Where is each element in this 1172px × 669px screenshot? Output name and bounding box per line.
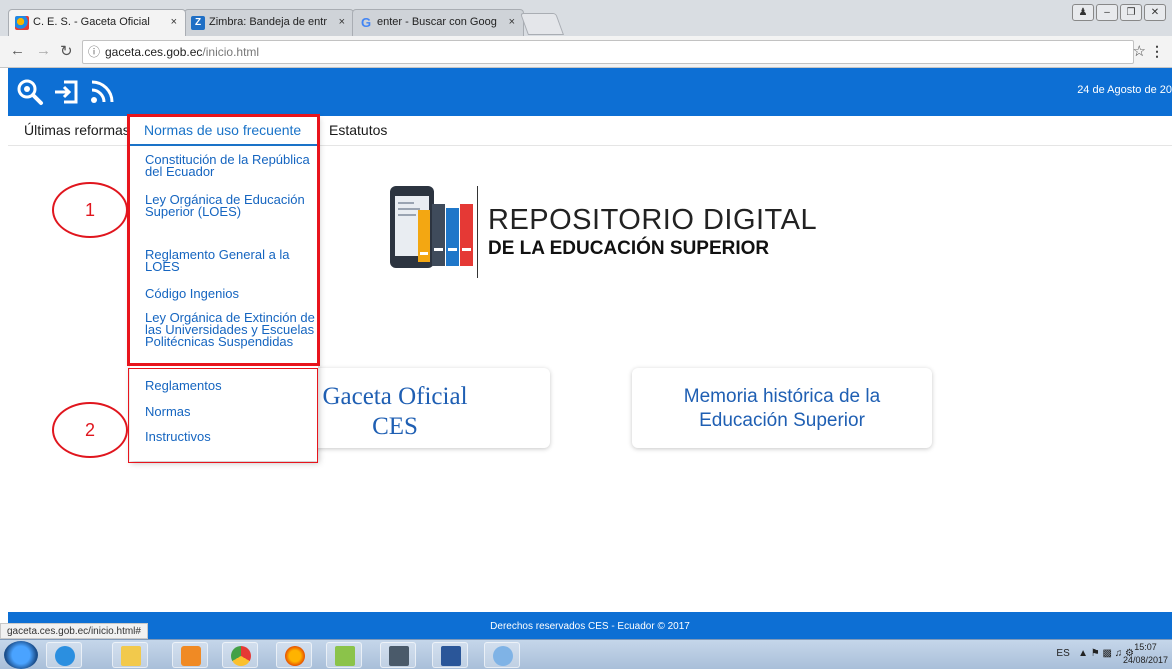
memoria-card-line2: Educación Superior: [699, 410, 865, 431]
windows-taskbar: ES ▲ ⚑ ▩ ♫ ⚙ 15:07 24/08/2017: [0, 639, 1172, 669]
close-window-icon[interactable]: ✕: [1144, 4, 1166, 21]
memoria-card-label: Memoria histórica de la Educación Superi…: [632, 385, 932, 433]
dropdown-item-normas[interactable]: Normas: [145, 405, 317, 418]
dropdown-item-codigo-ingenios[interactable]: Código Ingenios: [145, 287, 317, 300]
clock-date: 24/08/2017: [1122, 655, 1168, 665]
tab-google-search[interactable]: G enter - Buscar con Goog ×: [352, 9, 524, 36]
dropdown-item-reglamentos[interactable]: Reglamentos: [145, 379, 317, 392]
url-input[interactable]: ⓘ gaceta.ces.gob.ec/inicio.html: [82, 40, 1134, 64]
normas-dropdown: Normas de uso frecuente Constitución de …: [130, 116, 318, 461]
search-icon[interactable]: [16, 78, 44, 106]
window-controls: ♟ – ❐ ✕: [1072, 4, 1166, 21]
status-bar-url: gaceta.ces.gob.ec/inicio.html#: [0, 623, 148, 639]
login-icon[interactable]: [52, 78, 80, 106]
taskbar-firefox-icon[interactable]: [276, 642, 312, 668]
tab-title: C. E. S. - Gaceta Oficial: [33, 16, 150, 28]
menu-ultimas-reformas[interactable]: Últimas reformas: [24, 122, 130, 138]
user-icon[interactable]: ♟: [1072, 4, 1094, 21]
memoria-card-line1: Memoria histórica de la: [683, 386, 881, 407]
google-favicon-icon: G: [360, 15, 372, 30]
language-indicator[interactable]: ES: [1056, 648, 1069, 659]
tab-title: enter - Buscar con Goog: [377, 16, 497, 28]
taskbar-explorer-icon[interactable]: [112, 642, 148, 668]
dropdown-item-loes[interactable]: Ley Orgánica de Educación Superior (LOES…: [145, 193, 317, 218]
site-header: 24 de Agosto de 20: [8, 68, 1172, 116]
new-tab-button[interactable]: [519, 13, 565, 35]
dropdown-item-reglamento-loes[interactable]: Reglamento General a la LOES: [145, 248, 317, 273]
memoria-historica-card[interactable]: Memoria histórica de la Educación Superi…: [632, 368, 932, 448]
bookmark-star-icon[interactable]: ☆: [1133, 42, 1146, 60]
url-host: gaceta.ces.gob.ec: [105, 45, 203, 59]
header-date: 24 de Agosto de 20: [1077, 84, 1172, 96]
ces-favicon-icon: [15, 16, 29, 30]
tab-gaceta-oficial[interactable]: C. E. S. - Gaceta Oficial ×: [8, 9, 186, 36]
browser-menu-icon[interactable]: ⋮: [1150, 43, 1164, 60]
dropdown-item-constitucion[interactable]: Constitución de la República del Ecuador: [145, 153, 317, 178]
back-arrow-icon[interactable]: ←: [10, 42, 25, 59]
taskbar-clock[interactable]: 15:07 24/08/2017: [1123, 641, 1168, 667]
start-button-icon[interactable]: [4, 641, 38, 669]
close-tab-icon[interactable]: ×: [509, 10, 515, 35]
menu-estatutos[interactable]: Estatutos: [329, 122, 387, 138]
clock-time: 15:07: [1134, 642, 1157, 652]
tab-zimbra[interactable]: Z Zimbra: Bandeja de entr ×: [184, 9, 354, 36]
reload-icon[interactable]: ↻: [60, 42, 73, 60]
logo-title: REPOSITORIO DIGITAL: [488, 204, 818, 236]
footer-copyright: Derechos reservados CES - Ecuador © 2017: [490, 621, 690, 632]
minimize-icon[interactable]: –: [1096, 4, 1118, 21]
menu-normas-uso-frecuente[interactable]: Normas de uso frecuente: [130, 116, 318, 146]
annotation-circle-1: 1: [52, 182, 128, 238]
taskbar-paint-icon[interactable]: [484, 642, 520, 668]
books-phone-icon: [390, 186, 473, 268]
taskbar-ie-icon[interactable]: [46, 642, 82, 668]
dropdown-item-instructivos[interactable]: Instructivos: [145, 430, 317, 443]
repositorio-logo: REPOSITORIO DIGITAL DE LA EDUCACIÓN SUPE…: [388, 182, 817, 282]
taskbar-media-icon[interactable]: [172, 642, 208, 668]
close-tab-icon[interactable]: ×: [171, 10, 177, 35]
site-footer: Derechos reservados CES - Ecuador © 2017: [8, 612, 1172, 639]
url-path: /inicio.html: [202, 45, 260, 59]
maximize-icon[interactable]: ❐: [1120, 4, 1142, 21]
taskbar-word-icon[interactable]: [432, 642, 468, 668]
logo-subtitle: DE LA EDUCACIÓN SUPERIOR: [488, 238, 770, 259]
forward-arrow-icon[interactable]: →: [36, 42, 51, 59]
close-tab-icon[interactable]: ×: [339, 10, 345, 35]
taskbar-chrome-icon[interactable]: [222, 642, 258, 668]
taskbar-pencil-icon[interactable]: [326, 642, 362, 668]
info-icon[interactable]: ⓘ: [88, 41, 100, 63]
zimbra-favicon-icon: Z: [191, 16, 205, 30]
tab-title: Zimbra: Bandeja de entr: [209, 16, 328, 28]
browser-tabstrip: C. E. S. - Gaceta Oficial × Z Zimbra: Ba…: [0, 0, 1172, 36]
annotation-circle-2: 2: [52, 402, 128, 458]
taskbar-notepad-icon[interactable]: [380, 642, 416, 668]
dropdown-item-ley-extincion[interactable]: Ley Orgánica de Extinción de las Univers…: [145, 312, 317, 362]
address-bar-row: ← → ↻ ⓘ gaceta.ces.gob.ec/inicio.html ☆ …: [0, 36, 1172, 68]
logo-divider: [477, 186, 478, 278]
rss-icon[interactable]: [88, 78, 116, 106]
